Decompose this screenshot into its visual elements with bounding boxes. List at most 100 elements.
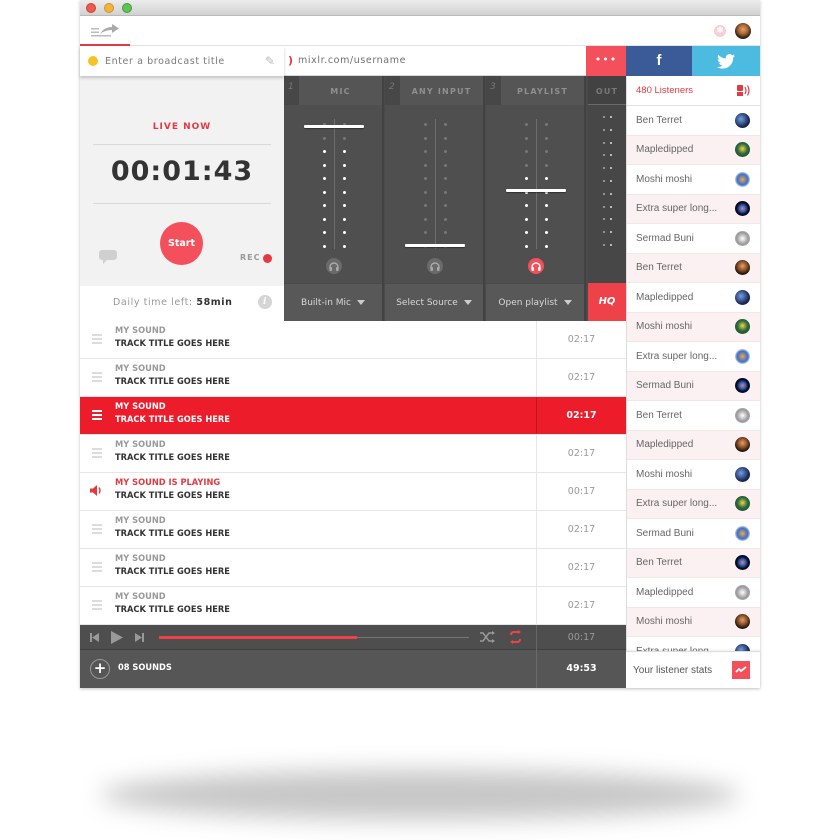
level-led (323, 231, 326, 234)
channel-source-label: Open playlist (498, 298, 558, 308)
output-level-led (610, 244, 612, 246)
track-title: TRACK TITLE GOES HERE (115, 605, 230, 615)
mixer-channel-2: 2 ANY INPUT Select Source (385, 76, 485, 321)
volume-fader[interactable] (405, 243, 465, 247)
track-title: TRACK TITLE GOES HERE (115, 529, 230, 539)
listener-item[interactable]: Ben Terret (627, 253, 760, 283)
facebook-share-button[interactable]: f (626, 46, 692, 76)
window-minimize-button[interactable] (104, 3, 114, 13)
level-led (424, 217, 427, 221)
listener-item[interactable]: Ben Terret (627, 548, 760, 578)
headphones-monitor-button[interactable] (427, 258, 443, 274)
listener-stats-label: Your listener stats (633, 664, 713, 676)
listener-item[interactable]: Ben Terret (627, 401, 760, 431)
track-duration: 00:17 (536, 473, 626, 510)
player-controls: 00:17 (80, 625, 626, 650)
channel-name: MIC (299, 76, 382, 105)
repeat-icon[interactable] (508, 630, 523, 644)
drag-handle-icon[interactable] (92, 334, 102, 346)
listener-stats-button[interactable]: Your listener stats (626, 651, 760, 688)
listener-item[interactable]: Mapledipped (627, 283, 760, 313)
channel-source-select[interactable]: Select Source (385, 283, 483, 321)
track-row[interactable]: MY SOUND TRACK TITLE GOES HERE 02:17 (80, 435, 626, 473)
headphones-monitor-button[interactable] (326, 258, 342, 274)
level-led (343, 244, 346, 248)
track-row[interactable]: MY SOUND TRACK TITLE GOES HERE 02:17 (80, 321, 626, 359)
listener-name: Sermad Buni (636, 527, 694, 539)
listener-item[interactable]: Extra super long... (627, 342, 760, 372)
twitter-share-button[interactable] (692, 46, 760, 76)
close-icon[interactable]: ✱ (714, 25, 726, 37)
drag-handle-icon[interactable] (92, 372, 102, 384)
listener-item[interactable]: Sermad Buni (627, 224, 760, 254)
listener-item[interactable]: Moshi moshi (627, 607, 760, 637)
headphones-monitor-button[interactable] (528, 258, 544, 274)
listener-item[interactable]: Moshi moshi (627, 165, 760, 195)
daily-time-value: 58min (196, 297, 233, 308)
track-row[interactable]: MY SOUND TRACK TITLE GOES HERE 02:17 (80, 549, 626, 587)
play-icon[interactable] (111, 631, 123, 644)
track-row[interactable]: MY SOUND TRACK TITLE GOES HERE 02:17 (80, 511, 626, 549)
listener-item[interactable]: Extra super long... (627, 637, 760, 651)
listener-item[interactable]: Extra super long... (627, 489, 760, 519)
track-artist: MY SOUND (115, 364, 166, 374)
more-options-button[interactable]: ••• (586, 46, 626, 76)
shuffle-icon[interactable] (480, 631, 495, 643)
level-led (343, 217, 346, 221)
drag-handle-icon[interactable] (92, 448, 102, 460)
menu-share-icon (91, 24, 119, 37)
drag-handle-icon[interactable] (92, 600, 102, 612)
channel-source-select[interactable]: Built-in Mic (284, 283, 382, 321)
menu-button[interactable] (80, 16, 130, 46)
listener-name: Moshi moshi (636, 321, 693, 333)
listener-item[interactable]: Mapledipped (627, 135, 760, 165)
hq-toggle-button[interactable]: HQ (588, 283, 626, 321)
level-led (525, 123, 528, 126)
info-icon[interactable]: i (258, 295, 272, 309)
track-artist: MY SOUND (115, 402, 166, 412)
track-row[interactable]: MY SOUND TRACK TITLE GOES HERE 02:17 (80, 359, 626, 397)
listener-item[interactable]: Moshi moshi (627, 312, 760, 342)
listener-item[interactable]: Sermad Buni (627, 519, 760, 549)
channel-number: 1 (284, 76, 299, 105)
window-zoom-button[interactable] (122, 3, 132, 13)
previous-track-icon[interactable] (90, 633, 99, 642)
chevron-down-icon (563, 300, 572, 305)
listener-item[interactable]: Sermad Buni (627, 371, 760, 401)
add-sound-button[interactable]: + (90, 659, 110, 679)
listener-name: Ben Terret (636, 557, 682, 569)
output-level-led (610, 128, 612, 131)
track-row[interactable]: MY SOUND TRACK TITLE GOES HERE 02:17 (80, 587, 626, 625)
user-avatar[interactable] (735, 23, 751, 39)
listeners-header: 480 Listeners (627, 76, 760, 106)
listener-item[interactable]: Extra super long... (627, 194, 760, 224)
twitter-bird-icon (717, 53, 735, 69)
pencil-icon[interactable]: ✎ (265, 54, 275, 68)
progress-bar[interactable] (159, 636, 469, 639)
track-row[interactable]: MY SOUND TRACK TITLE GOES HERE 02:17 (80, 397, 626, 435)
chat-icon[interactable] (99, 250, 117, 264)
window-close-button[interactable] (86, 3, 96, 13)
listener-item[interactable]: Mapledipped (627, 578, 760, 608)
listener-name: Extra super long... (636, 350, 718, 362)
track-row[interactable]: MY SOUND IS PLAYING TRACK TITLE GOES HERE… (80, 473, 626, 511)
broadcast-url[interactable]: mixlr.com/username (298, 55, 406, 66)
drag-handle-icon[interactable] (92, 562, 102, 574)
channel-header: 2 ANY INPUT (385, 76, 483, 105)
broadcast-title-input[interactable]: Enter a broadcast title (105, 56, 265, 67)
rec-toggle[interactable] (263, 254, 272, 263)
fader-track (334, 119, 335, 249)
drag-handle-icon[interactable] (92, 524, 102, 536)
listener-item[interactable]: Moshi moshi (627, 460, 760, 490)
listener-avatar (735, 348, 750, 364)
listener-avatar (735, 142, 750, 158)
start-button[interactable]: Start (160, 222, 203, 265)
listener-name: Moshi moshi (636, 468, 693, 480)
listener-item[interactable]: Mapledipped (627, 430, 760, 460)
volume-fader[interactable] (506, 188, 566, 192)
volume-fader[interactable] (304, 125, 364, 128)
next-track-icon[interactable] (135, 633, 144, 642)
listener-item[interactable]: Ben Terret (627, 106, 760, 136)
channel-source-select[interactable]: Open playlist (486, 283, 584, 321)
drag-handle-icon[interactable] (92, 410, 102, 422)
